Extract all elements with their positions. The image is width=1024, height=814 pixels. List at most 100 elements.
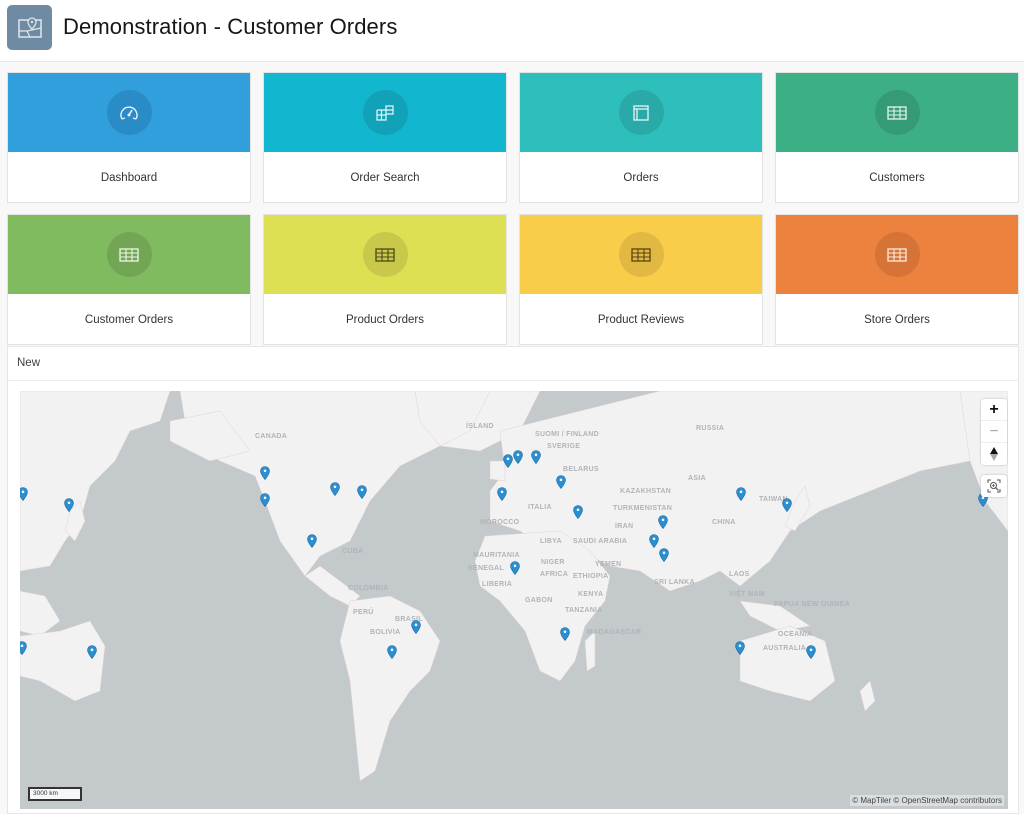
map-marker[interactable] <box>387 645 397 659</box>
map-marker[interactable] <box>307 534 317 548</box>
world-map[interactable]: ÍSLAND SUOMI / FINLAND SVERIGE BELARUS R… <box>20 391 1008 809</box>
map-pin-icon <box>387 645 397 659</box>
map-marker[interactable] <box>64 498 74 512</box>
map-pin-icon <box>560 627 570 641</box>
map-pin-icon <box>573 505 583 519</box>
map-marker[interactable] <box>87 645 97 659</box>
card-label: Customer Orders <box>84 314 174 326</box>
map-marker[interactable] <box>357 485 367 499</box>
card-label: Order Search <box>350 172 420 184</box>
map-label: ETHIOPIA <box>573 573 609 580</box>
map-label: COLOMBIA <box>348 585 389 592</box>
card-label: Orders <box>623 172 659 184</box>
zoom-in-button[interactable]: + <box>981 399 1007 421</box>
map-pin-icon <box>503 454 513 468</box>
map-marker[interactable] <box>659 548 669 562</box>
map-label: CANADA <box>255 433 288 440</box>
map-marker[interactable] <box>497 487 507 501</box>
map-pin-icon <box>531 450 541 464</box>
map-pin-icon <box>510 561 520 575</box>
card-label: Product Orders <box>346 314 424 326</box>
map-marker[interactable] <box>20 487 28 501</box>
card-orders[interactable]: Orders <box>519 72 763 203</box>
map-label: RUSSIA <box>696 425 725 432</box>
map-pin-icon <box>64 498 74 512</box>
card-band <box>264 73 506 152</box>
map-marker[interactable] <box>260 466 270 480</box>
card-band <box>8 73 250 152</box>
map-pin-icon <box>307 534 317 548</box>
page-title: Demonstration - Customer Orders <box>63 14 398 39</box>
card-label: Dashboard <box>100 172 158 184</box>
speedometer-icon <box>106 90 152 135</box>
map-label: YEMEN <box>595 561 622 568</box>
card-label: Store Orders <box>864 314 930 326</box>
zoom-controls: + − <box>981 399 1007 465</box>
map-marker[interactable] <box>658 515 668 529</box>
map-pin-icon <box>20 641 27 655</box>
map-label: PERÚ <box>353 609 374 616</box>
map-marker[interactable] <box>330 482 340 496</box>
map-label: LAOS <box>729 571 750 578</box>
map-pin-icon <box>649 534 659 548</box>
map-pin-icon <box>260 493 270 507</box>
zoom-to-fit-icon <box>987 479 1001 493</box>
zoom-to-fit-button[interactable] <box>981 475 1007 497</box>
card-customers[interactable]: Customers <box>775 72 1019 203</box>
table-icon <box>106 232 152 277</box>
map-marker[interactable] <box>736 487 746 501</box>
card-product-orders[interactable]: Product Orders <box>263 214 507 345</box>
map-marker[interactable] <box>513 450 523 464</box>
map-label: IRAN <box>615 523 634 530</box>
map-marker[interactable] <box>560 627 570 641</box>
map-label: SRI LANKA <box>654 579 695 586</box>
map-marker[interactable] <box>20 641 27 655</box>
map-pin-icon <box>357 485 367 499</box>
card-band <box>8 215 250 294</box>
card-band <box>520 73 762 152</box>
map-marker[interactable] <box>782 498 792 512</box>
card-band <box>264 215 506 294</box>
region-title: New <box>17 357 41 369</box>
map-label: NIGER <box>541 559 565 566</box>
map-marker[interactable] <box>510 561 520 575</box>
map-marker[interactable] <box>260 493 270 507</box>
map-label: AUSTRALIA <box>763 645 807 652</box>
zoom-out-button[interactable]: − <box>981 421 1007 443</box>
map-marker[interactable] <box>806 645 816 659</box>
map-label: SVERIGE <box>547 443 581 450</box>
map-scale-bar: 3000 km <box>28 787 82 801</box>
map-marker[interactable] <box>411 620 421 634</box>
map-label: GABON <box>525 597 553 604</box>
map-marker[interactable] <box>531 450 541 464</box>
compass-button[interactable] <box>981 443 1007 465</box>
card-order-search[interactable]: Order Search <box>263 72 507 203</box>
map-attribution[interactable]: © MapTiler © OpenStreetMap contributors <box>850 795 1004 806</box>
map-pin-icon <box>513 450 523 464</box>
map-pin-icon <box>330 482 340 496</box>
map-marker[interactable] <box>649 534 659 548</box>
map-pin-icon <box>411 620 421 634</box>
card-dashboard[interactable]: Dashboard <box>7 72 251 203</box>
map-label: OCEANIA <box>778 631 813 638</box>
zoom-extent-control <box>981 475 1007 497</box>
card-store-orders[interactable]: Store Orders <box>775 214 1019 345</box>
card-customer-orders[interactable]: Customer Orders <box>7 214 251 345</box>
map-label: SUOMI / FINLAND <box>535 431 599 438</box>
map-pin-icon <box>658 515 668 529</box>
map-pin-icon <box>497 487 507 501</box>
map-marker[interactable] <box>573 505 583 519</box>
map-pin-icon <box>260 466 270 480</box>
table-icon <box>874 90 920 135</box>
map-marker[interactable] <box>503 454 513 468</box>
card-product-reviews[interactable]: Product Reviews <box>519 214 763 345</box>
map-marker[interactable] <box>556 475 566 489</box>
map-pin-icon <box>782 498 792 512</box>
map-marker[interactable] <box>735 641 745 655</box>
map-label: SAUDI ARABIA <box>573 538 628 545</box>
map-pin-icon <box>659 548 669 562</box>
page-header: Demonstration - Customer Orders <box>0 0 1024 62</box>
grid-search-icon <box>362 90 408 135</box>
compass-icon <box>990 447 998 461</box>
map-label: ÍSLAND <box>466 423 494 430</box>
